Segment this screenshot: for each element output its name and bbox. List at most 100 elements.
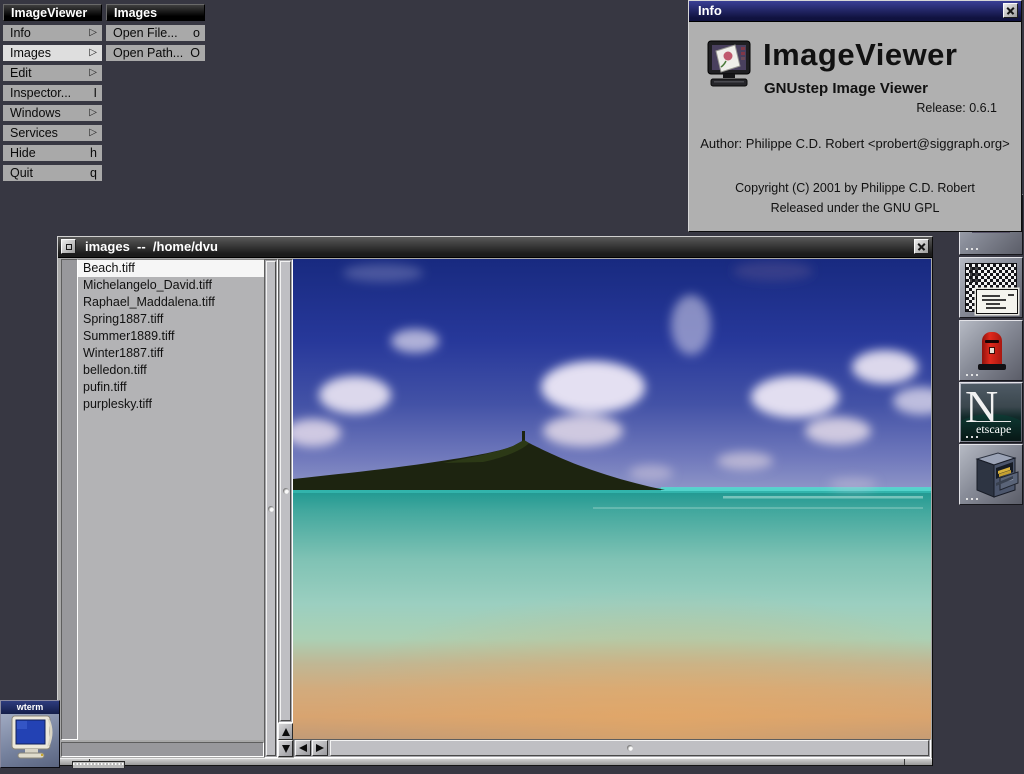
mail-icon bbox=[965, 263, 1017, 312]
file-list-item[interactable]: Beach.tiff bbox=[78, 260, 264, 277]
netscape-icon: N etscape bbox=[961, 384, 1021, 441]
key-equivalent: o bbox=[193, 26, 200, 40]
running-dots-icon bbox=[966, 248, 968, 250]
app-icon bbox=[705, 39, 755, 93]
key-equivalent: O bbox=[190, 46, 200, 60]
arrow-right-icon bbox=[316, 744, 324, 752]
menu-item-hide[interactable]: Hide h bbox=[3, 145, 102, 161]
image-display-beach bbox=[293, 259, 931, 739]
menu-item-label: Inspector... bbox=[10, 86, 71, 100]
file-list: Beach.tiffMichelangelo_David.tiffRaphael… bbox=[78, 259, 264, 740]
info-subtitle: GNUstep Image Viewer bbox=[764, 80, 928, 97]
scroll-up-button[interactable] bbox=[278, 723, 293, 740]
browser-title: images -- /home/dvu bbox=[85, 237, 218, 257]
submenu-arrow-icon: ▷ bbox=[89, 46, 97, 60]
list-scroller-slot bbox=[61, 259, 78, 740]
browser-titlebar[interactable]: images -- /home/dvu bbox=[58, 237, 932, 258]
menu-item-label: Quit bbox=[10, 166, 33, 180]
image-browser-window: images -- /home/dvu Beach.tiffMichelange… bbox=[57, 236, 933, 766]
menu-item-windows[interactable]: Windows ▷ bbox=[3, 105, 102, 121]
app-menu-title[interactable]: ImageViewer bbox=[3, 4, 102, 21]
file-cabinet-icon bbox=[960, 445, 1022, 504]
list-horizontal-scroller-slot bbox=[61, 742, 264, 757]
menu-item-inspector[interactable]: Inspector... I bbox=[3, 85, 102, 101]
file-list-item[interactable]: belledon.tiff bbox=[78, 362, 264, 379]
menu-item-label: Info bbox=[10, 26, 31, 40]
menu-item-label: Hide bbox=[10, 146, 36, 160]
close-button[interactable] bbox=[914, 239, 929, 254]
menu-item-info[interactable]: Info ▷ bbox=[3, 25, 102, 41]
submenu-arrow-icon: ▷ bbox=[89, 126, 97, 140]
menu-item-label: Services bbox=[10, 126, 58, 140]
arrow-left-icon bbox=[299, 744, 307, 752]
miniwindow-title: wterm bbox=[1, 701, 59, 714]
scroll-knob[interactable] bbox=[266, 261, 276, 756]
terminal-icon bbox=[1, 714, 59, 767]
beach-photo bbox=[293, 259, 931, 739]
close-button[interactable] bbox=[1003, 3, 1018, 18]
knob-dimple-icon bbox=[268, 506, 274, 512]
menu-item-open-file[interactable]: Open File... o bbox=[106, 25, 205, 41]
list-vertical-scrollbar[interactable] bbox=[264, 259, 278, 758]
menu-item-label: Open File... bbox=[113, 26, 178, 40]
info-release: Release: 0.6.1 bbox=[916, 101, 997, 115]
dock-tile-mail[interactable] bbox=[959, 257, 1023, 318]
submenu-arrow-icon: ▷ bbox=[89, 106, 97, 120]
key-equivalent: q bbox=[90, 166, 97, 180]
key-equivalent: h bbox=[90, 146, 97, 160]
key-equivalent: I bbox=[94, 86, 97, 100]
running-dots-icon bbox=[966, 436, 968, 438]
window-resize-bar[interactable] bbox=[58, 758, 932, 766]
dock-tile-postbox[interactable] bbox=[959, 320, 1023, 381]
file-list-item[interactable]: Summer1889.tiff bbox=[78, 328, 264, 345]
app-menu-items: Info▷Images▷Edit▷Inspector...IWindows▷Se… bbox=[3, 25, 102, 181]
images-submenu-items: Open File... o Open Path... O bbox=[106, 25, 205, 61]
running-dots-icon bbox=[966, 498, 968, 500]
hidden-miniwindow[interactable] bbox=[72, 761, 125, 768]
scroll-knob[interactable] bbox=[280, 261, 291, 721]
info-copyright: Copyright (C) 2001 by Philippe C.D. Robe… bbox=[689, 181, 1021, 195]
app-menu: ImageViewer Info ▷ Images ▷ Edit ▷ Inspector..… bbox=[3, 4, 102, 185]
images-submenu: Images Open File... o Open Path... O bbox=[106, 4, 205, 65]
menu-item-label: Images bbox=[10, 46, 51, 60]
image-horizontal-scrollbar[interactable] bbox=[293, 739, 931, 758]
info-window: Info ImageViewer GNUstep Image Viewer Re… bbox=[688, 0, 1022, 232]
knob-dimple-icon bbox=[283, 488, 289, 494]
file-list-item[interactable]: purplesky.tiff bbox=[78, 396, 264, 413]
menu-item-edit[interactable]: Edit ▷ bbox=[3, 65, 102, 81]
info-author: Author: Philippe C.D. Robert <probert@si… bbox=[689, 136, 1021, 151]
miniwindow-wterm[interactable]: wterm bbox=[0, 700, 60, 768]
submenu-arrow-icon: ▷ bbox=[89, 26, 97, 40]
running-dots-icon bbox=[966, 374, 968, 376]
submenu-arrow-icon: ▷ bbox=[89, 66, 97, 80]
scroll-right-button[interactable] bbox=[312, 740, 328, 756]
scroll-left-button[interactable] bbox=[295, 740, 311, 756]
dock-tile-file-cabinet[interactable] bbox=[959, 444, 1023, 505]
menu-item-label: Open Path... bbox=[113, 46, 183, 60]
file-list-item[interactable]: Raphael_Maddalena.tiff bbox=[78, 294, 264, 311]
arrow-up-icon bbox=[282, 728, 290, 736]
file-list-item[interactable]: Spring1887.tiff bbox=[78, 311, 264, 328]
info-window-title: Info bbox=[698, 3, 722, 18]
miniaturize-button[interactable] bbox=[61, 239, 76, 254]
info-window-titlebar[interactable]: Info bbox=[689, 1, 1021, 22]
images-submenu-title[interactable]: Images bbox=[106, 4, 205, 21]
info-license: Released under the GNU GPL bbox=[689, 201, 1021, 215]
resize-bar-mark bbox=[904, 759, 905, 765]
file-list-item[interactable]: Michelangelo_David.tiff bbox=[78, 277, 264, 294]
knob-dimple-icon bbox=[627, 745, 633, 751]
menu-item-quit[interactable]: Quit q bbox=[3, 165, 102, 181]
dock-tile-netscape[interactable]: N etscape bbox=[959, 382, 1023, 443]
menu-item-label: Edit bbox=[10, 66, 32, 80]
scroll-knob[interactable] bbox=[330, 740, 929, 756]
file-list-item[interactable]: Winter1887.tiff bbox=[78, 345, 264, 362]
menu-item-label: Windows bbox=[10, 106, 61, 120]
info-app-name: ImageViewer bbox=[763, 37, 957, 73]
scroll-down-button[interactable] bbox=[278, 740, 293, 757]
menu-item-images[interactable]: Images ▷ bbox=[3, 45, 102, 61]
image-vertical-scrollbar[interactable] bbox=[278, 259, 293, 723]
arrow-down-icon bbox=[282, 745, 290, 753]
menu-item-open-path[interactable]: Open Path... O bbox=[106, 45, 205, 61]
file-list-item[interactable]: pufin.tiff bbox=[78, 379, 264, 396]
menu-item-services[interactable]: Services ▷ bbox=[3, 125, 102, 141]
